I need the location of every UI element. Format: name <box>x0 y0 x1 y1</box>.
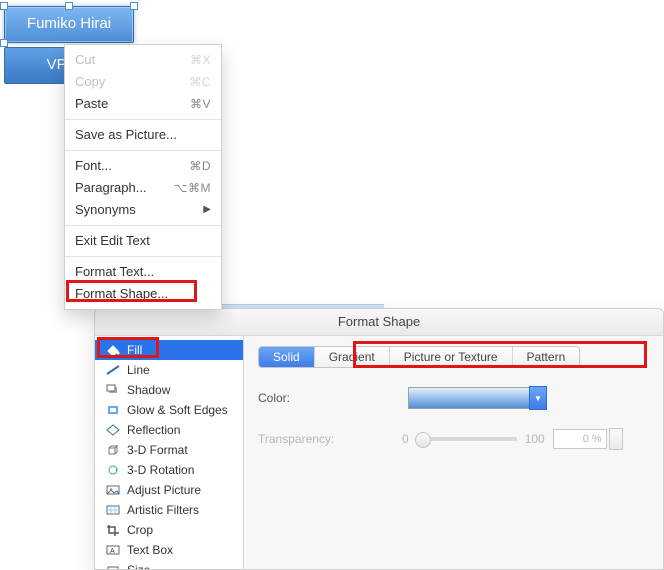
sidebar-item-label: Glow & Soft Edges <box>127 402 228 418</box>
transparency-label: Transparency: <box>258 432 358 446</box>
sidebar-item-fill[interactable]: Fill <box>95 340 243 360</box>
color-label: Color: <box>258 391 358 405</box>
sidebar-item-label: Shadow <box>127 382 170 398</box>
sidebar-item-text-box[interactable]: A Text Box <box>95 540 243 560</box>
cube-icon <box>105 443 121 457</box>
menu-paragraph[interactable]: Paragraph... ⌥⌘M <box>65 177 221 199</box>
dialog-title: Format Shape <box>95 309 663 336</box>
transparency-min: 0 <box>402 432 409 446</box>
line-icon <box>105 363 121 377</box>
transparency-max: 100 <box>525 432 545 446</box>
fill-type-segmented: Solid Gradient Picture or Texture Patter… <box>258 346 580 368</box>
sidebar-item-reflection[interactable]: Reflection <box>95 420 243 440</box>
menu-copy: Copy ⌘C <box>65 71 221 93</box>
transparency-value[interactable]: 0 % <box>553 429 607 449</box>
size-icon <box>105 563 121 570</box>
menu-format-text[interactable]: Format Text... <box>65 261 221 283</box>
sidebar-item-label: Adjust Picture <box>127 482 201 498</box>
glow-icon <box>105 403 121 417</box>
menu-paste[interactable]: Paste ⌘V <box>65 93 221 115</box>
dialog-sidebar: Fill Line Shadow Glow & Soft Edges <box>95 336 244 570</box>
sidebar-item-label: Line <box>127 362 150 378</box>
filters-icon <box>105 503 121 517</box>
menu-separator <box>65 150 221 151</box>
menu-format-shape[interactable]: Format Shape... <box>65 283 221 305</box>
context-menu: Cut ⌘X Copy ⌘C Paste ⌘V Save as Picture.… <box>64 44 222 310</box>
menu-separator <box>65 256 221 257</box>
svg-text:A: A <box>110 548 115 555</box>
sidebar-item-label: Crop <box>127 522 153 538</box>
color-popup-button[interactable]: ▼ <box>529 386 547 410</box>
dialog-main: Solid Gradient Picture or Texture Patter… <box>244 336 663 570</box>
paint-bucket-icon <box>105 343 121 357</box>
sidebar-item-artistic-filters[interactable]: Artistic Filters <box>95 500 243 520</box>
menu-separator <box>65 225 221 226</box>
sidebar-item-label: 3-D Rotation <box>127 462 194 478</box>
tab-gradient[interactable]: Gradient <box>314 347 389 367</box>
sidebar-item-shadow[interactable]: Shadow <box>95 380 243 400</box>
sidebar-item-label: Artistic Filters <box>127 502 199 518</box>
sidebar-item-3d-rotation[interactable]: 3-D Rotation <box>95 460 243 480</box>
color-well[interactable] <box>408 387 530 409</box>
menu-synonyms[interactable]: Synonyms ▶ <box>65 199 221 221</box>
transparency-slider[interactable] <box>417 437 517 441</box>
menu-font[interactable]: Font... ⌘D <box>65 155 221 177</box>
tab-picture[interactable]: Picture or Texture <box>389 347 512 367</box>
sidebar-item-glow[interactable]: Glow & Soft Edges <box>95 400 243 420</box>
sidebar-item-size[interactable]: Size <box>95 560 243 570</box>
tab-pattern[interactable]: Pattern <box>512 347 580 367</box>
picture-adjust-icon <box>105 483 121 497</box>
sidebar-item-label: 3-D Format <box>127 442 188 458</box>
tab-solid[interactable]: Solid <box>259 347 314 367</box>
rotate-icon <box>105 463 121 477</box>
sidebar-item-3d-format[interactable]: 3-D Format <box>95 440 243 460</box>
sidebar-item-label: Size <box>127 562 150 570</box>
sidebar-item-label: Reflection <box>127 422 180 438</box>
transparency-stepper[interactable] <box>609 428 623 450</box>
shadow-icon <box>105 383 121 397</box>
menu-save-picture[interactable]: Save as Picture... <box>65 124 221 146</box>
shape-name[interactable]: Fumiko Hirai <box>4 6 134 43</box>
crop-icon <box>105 523 121 537</box>
sidebar-item-crop[interactable]: Crop <box>95 520 243 540</box>
sidebar-item-line[interactable]: Line <box>95 360 243 380</box>
menu-exit-edit-text[interactable]: Exit Edit Text <box>65 230 221 252</box>
row-color: Color: ▼ <box>258 386 649 410</box>
chevron-right-icon: ▶ <box>203 202 211 218</box>
sidebar-item-label: Text Box <box>127 542 173 558</box>
menu-cut: Cut ⌘X <box>65 49 221 71</box>
sidebar-item-label: Fill <box>127 342 142 358</box>
format-shape-dialog: Format Shape Fill Line Shadow <box>94 308 664 570</box>
row-transparency: Transparency: 0 100 0 % <box>258 428 649 450</box>
menu-separator <box>65 119 221 120</box>
sidebar-item-adjust-picture[interactable]: Adjust Picture <box>95 480 243 500</box>
textbox-icon: A <box>105 543 121 557</box>
reflection-icon <box>105 423 121 437</box>
